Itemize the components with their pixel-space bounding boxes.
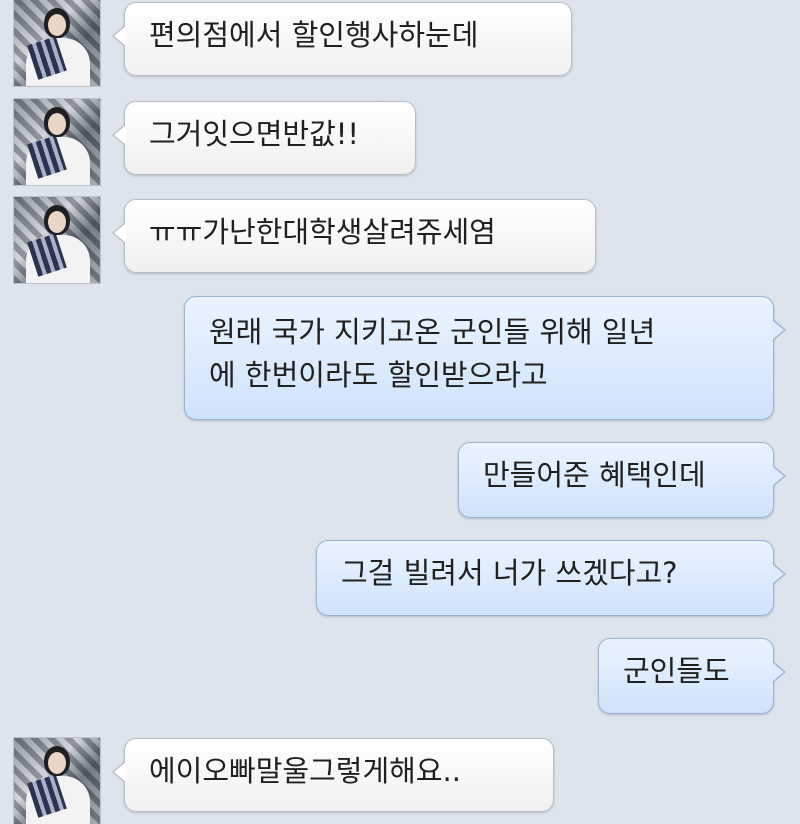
- message-text: 에이오빠말울그렇게해요..: [149, 754, 461, 788]
- avatar[interactable]: [14, 197, 100, 283]
- message-bubble: ㅠㅠ가난한대학생살려쥬세염: [112, 199, 596, 273]
- avatar[interactable]: [14, 99, 100, 185]
- message-text-line: 원래 국가 지키고온 군인들 위해 일년: [209, 315, 656, 349]
- message-text-line: 에 한번이라도 할인받으라고: [209, 358, 548, 392]
- message-bubble: 원래 국가 지키고온 군인들 위해 일년 에 한번이라도 할인받으라고: [184, 296, 786, 420]
- message-bubble: 그걸 빌려서 너가 쓰겠다고?: [316, 540, 786, 616]
- avatar[interactable]: [14, 0, 100, 86]
- message-bubble: 만들어준 혜택인데: [458, 442, 786, 518]
- message-bubble: 에이오빠말울그렇게해요..: [112, 738, 554, 812]
- message-text: 군인들도: [623, 654, 730, 688]
- avatar[interactable]: [14, 738, 100, 824]
- message-bubble: 군인들도: [598, 638, 786, 714]
- message-text: 편의점에서 할인행사하눈데: [149, 18, 479, 52]
- message-text: 만들어준 혜택인데: [483, 458, 706, 492]
- message-bubble: 편의점에서 할인행사하눈데: [112, 2, 572, 76]
- message-text: 그거잇으면반값!!: [149, 117, 360, 151]
- message-text: 그걸 빌려서 너가 쓰겠다고?: [341, 556, 678, 590]
- message-bubble: 그거잇으면반값!!: [112, 101, 416, 175]
- message-text: ㅠㅠ가난한대학생살려쥬세염: [149, 215, 496, 249]
